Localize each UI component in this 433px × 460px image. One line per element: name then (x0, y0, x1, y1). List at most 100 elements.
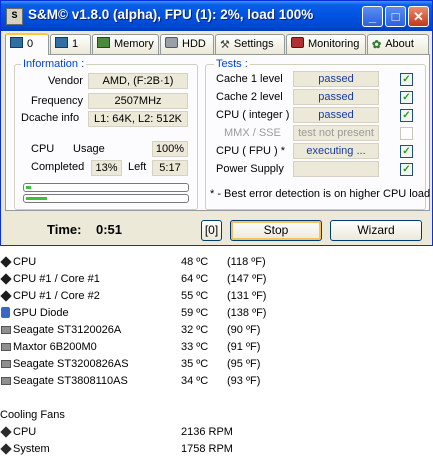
hdd-icon (1, 343, 11, 351)
chip-icon (10, 37, 23, 48)
test-checkbox-fpu[interactable]: ✓ (400, 145, 413, 158)
tab-memory[interactable]: Memory (92, 34, 159, 54)
memory-icon (97, 37, 110, 48)
chip-icon (0, 273, 12, 285)
tab-panel: Information : Vendor AMD, (F:2B·1) Frequ… (5, 54, 430, 211)
fan-rpm: 2136 RPM (181, 426, 233, 438)
time-label: Time: (47, 222, 82, 237)
frequency-value: 2507MHz (88, 93, 188, 109)
maximize-button[interactable]: □ (385, 6, 406, 27)
test-checkbox-mmx-sse[interactable] (400, 127, 413, 140)
index-button[interactable]: [0] (201, 220, 222, 241)
temperature-row[interactable]: Seagate ST3120026A 32 ºC (90 ºF) (0, 323, 433, 339)
chip-icon (55, 37, 68, 48)
test-label: MMX / SSE (224, 127, 281, 139)
temperature-row[interactable]: Seagate ST3808110AS 34 ºC (93 ºF) (0, 374, 433, 390)
sensor-name: GPU Diode (13, 307, 69, 319)
progress-bar-bottom (23, 194, 189, 203)
dcache-value: L1: 64K, L2: 512K (88, 111, 188, 127)
test-label: Power Supply (216, 163, 284, 175)
sensor-fahrenheit: (131 ºF) (227, 290, 267, 302)
test-label: CPU ( integer ) (216, 109, 290, 121)
sensor-name: Seagate ST3808110AS (13, 375, 128, 387)
tab-settings[interactable]: ⚒ Settings (215, 34, 285, 54)
cpu-label: CPU (31, 143, 55, 155)
fan-name: CPU (13, 426, 37, 438)
tab-about[interactable]: ✿ About (367, 34, 429, 54)
hdd-icon (1, 360, 11, 368)
test-label: CPU ( FPU ) * (216, 145, 286, 157)
sensor-celsius: 33 ºC (181, 341, 209, 353)
sensor-fahrenheit: (147 ºF) (227, 273, 267, 285)
temperature-row[interactable]: CPU 48 ºC (118 ºF) (0, 255, 433, 271)
tab-label: 1 (72, 38, 79, 50)
sensor-fahrenheit: (93 ºF) (227, 375, 261, 387)
window-title: S&M© v1.8.0 (alpha), FPU (1): 2%, load 1… (28, 7, 314, 22)
vendor-label: Vendor (48, 75, 83, 87)
monitoring-icon (291, 37, 304, 48)
title-bar[interactable]: S S&M© v1.8.0 (alpha), FPU (1): 2%, load… (1, 1, 432, 31)
temperature-row[interactable]: CPU #1 / Core #1 64 ºC (147 ºF) (0, 272, 433, 288)
tab-cpu-0[interactable]: 0 (5, 33, 49, 55)
sensor-celsius: 55 ºC (181, 290, 209, 302)
sensor-name: CPU #1 / Core #1 (13, 273, 100, 285)
wrench-icon: ⚒ (220, 39, 230, 51)
temperature-row[interactable]: Seagate ST3200826AS 35 ºC (95 ºF) (0, 357, 433, 373)
test-label: Cache 1 level (216, 73, 283, 85)
stop-button[interactable]: Stop (230, 220, 322, 241)
test-checkbox-integer[interactable]: ✓ (400, 109, 413, 122)
left-label: Left (128, 161, 147, 173)
minimize-button[interactable]: _ (362, 6, 383, 27)
fan-name: System (13, 443, 50, 455)
app-icon[interactable]: S (6, 8, 23, 25)
usage-label: Usage (73, 143, 105, 155)
test-checkbox-power[interactable]: ✓ (400, 163, 413, 176)
hdd-icon (1, 326, 11, 334)
test-label: Cache 2 level (216, 91, 283, 103)
tab-hdd[interactable]: HDD (160, 34, 214, 54)
tab-label: 0 (27, 38, 34, 50)
sensor-celsius: 59 ºC (181, 307, 209, 319)
bottom-bar: Time: 0:51 [0] Stop Wizard (5, 214, 430, 244)
temperature-row[interactable]: Maxtor 6B200M0 33 ºC (91 ºF) (0, 340, 433, 356)
usage-value: 100% (152, 141, 188, 157)
cooling-fans-title: Cooling Fans (0, 409, 65, 421)
test-checkbox-cache1[interactable]: ✓ (400, 73, 413, 86)
frequency-label: Frequency (31, 95, 83, 107)
test-status: passed (293, 71, 379, 87)
sensor-celsius: 48 ºC (181, 256, 209, 268)
tab-monitoring[interactable]: Monitoring (286, 34, 366, 54)
chip-icon (0, 256, 12, 268)
fan-row[interactable]: System 1758 RPM (0, 442, 433, 458)
temperature-row[interactable]: CPU #1 / Core #2 55 ºC (131 ºF) (0, 289, 433, 305)
tab-label: Memory (114, 38, 154, 50)
test-status: passed (293, 89, 379, 105)
temperature-row[interactable]: GPU Diode 59 ºC (138 ºF) (0, 306, 433, 322)
fan-icon (0, 443, 12, 455)
information-group: Information : Vendor AMD, (F:2B·1) Frequ… (14, 58, 198, 210)
fan-row[interactable]: CPU 2136 RPM (0, 425, 433, 441)
sensor-fahrenheit: (95 ºF) (227, 358, 261, 370)
wizard-button[interactable]: Wizard (330, 220, 422, 241)
sensor-celsius: 64 ºC (181, 273, 209, 285)
sensor-celsius: 32 ºC (181, 324, 209, 336)
fan-rpm: 1758 RPM (181, 443, 233, 455)
test-status: test not present (293, 125, 379, 141)
test-status (293, 161, 379, 177)
test-status: executing ... (293, 143, 379, 159)
tab-strip: 0 1 Memory HDD ⚒ Settings Monitoring ✿ Abo… (5, 33, 430, 55)
test-checkbox-cache2[interactable]: ✓ (400, 91, 413, 104)
sensor-fahrenheit: (118 ºF) (227, 256, 266, 268)
progress-bar-top (23, 183, 189, 192)
sensor-fahrenheit: (90 ºF) (227, 324, 261, 336)
sensor-celsius: 34 ºC (181, 375, 209, 387)
tests-title: Tests : (214, 58, 250, 70)
vendor-value: AMD, (F:2B·1) (88, 73, 188, 89)
completed-value: 13% (91, 160, 122, 176)
tests-note: * - Best error detection is on higher CP… (210, 188, 431, 200)
sensor-name: Maxtor 6B200M0 (13, 341, 97, 353)
tab-cpu-1[interactable]: 1 (50, 34, 91, 54)
completed-label: Completed (31, 161, 85, 173)
sensor-name: Seagate ST3120026A (13, 324, 122, 336)
close-button[interactable]: ✕ (408, 6, 429, 27)
